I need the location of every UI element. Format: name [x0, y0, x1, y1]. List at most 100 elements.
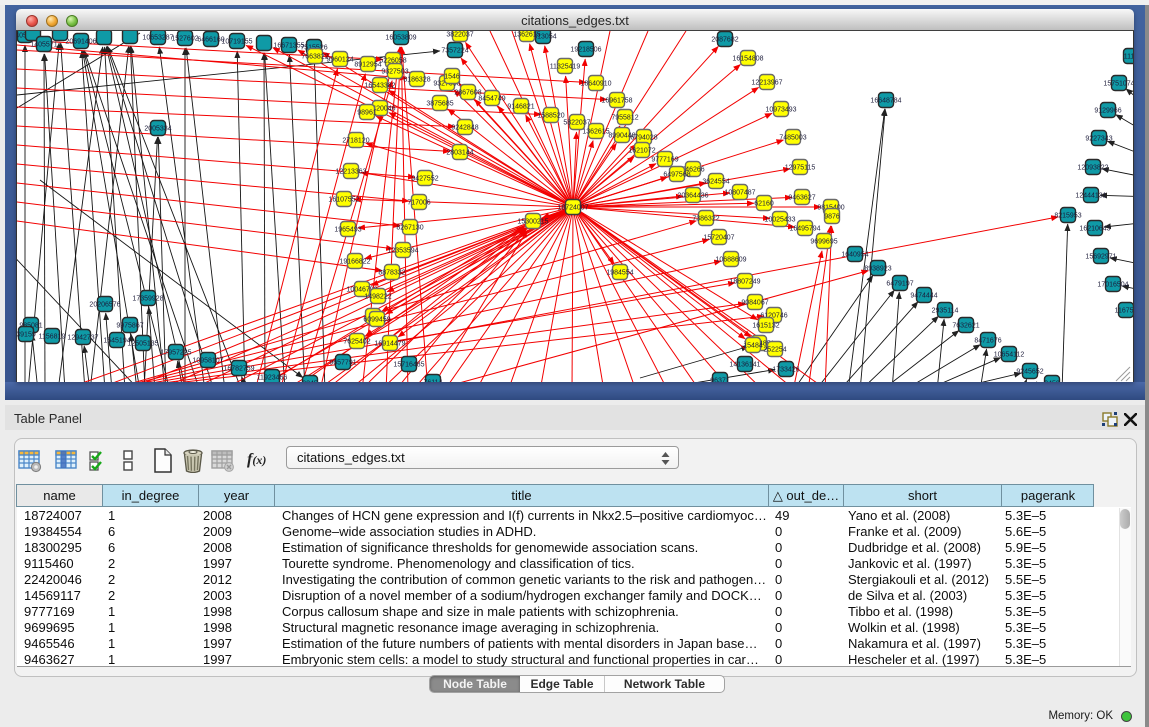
svg-text:16782759: 16782759: [223, 365, 254, 372]
svg-text:1984554: 1984554: [606, 269, 633, 276]
svg-text:3624554: 3624554: [702, 178, 729, 185]
svg-text:20364436: 20364436: [677, 192, 708, 199]
svg-text:6479197: 6479197: [886, 280, 913, 287]
svg-text:7357224: 7357224: [441, 47, 468, 54]
svg-text:9450: 9450: [1044, 380, 1060, 382]
svg-text:1527602: 1527602: [171, 35, 198, 42]
svg-text:2005334: 2005334: [144, 125, 171, 132]
svg-text:717006: 717006: [407, 199, 430, 206]
svg-text:17359928: 17359928: [132, 295, 163, 302]
svg-text:9777169: 9777169: [651, 156, 678, 163]
svg-text:16961758: 16961758: [601, 97, 632, 104]
svg-text:1615132: 1615132: [752, 322, 779, 329]
svg-text:10719155: 10719155: [221, 38, 252, 45]
svg-text:15720407: 15720407: [703, 234, 734, 241]
svg-text:8938923: 8938923: [864, 265, 891, 272]
svg-text:1362615: 1362615: [582, 128, 609, 135]
svg-text:7955812: 7955812: [611, 114, 638, 121]
svg-text:9084067: 9084067: [741, 299, 768, 306]
svg-text:1498222: 1498222: [364, 293, 391, 300]
svg-text:39159: 39159: [17, 331, 36, 338]
svg-text:2803144: 2803144: [446, 149, 473, 156]
svg-text:16543382: 16543382: [364, 82, 395, 89]
svg-text:1621072: 1621072: [628, 147, 655, 154]
svg-text:8454749: 8454749: [478, 95, 505, 102]
svg-text:10973493: 10973493: [765, 106, 796, 113]
svg-text:2718120: 2718120: [342, 137, 369, 144]
svg-text:9129966: 9129966: [1094, 107, 1121, 114]
svg-text:96371: 96371: [710, 377, 730, 382]
svg-text:9657791: 9657791: [329, 359, 356, 366]
svg-text:12213363: 12213363: [335, 168, 366, 175]
svg-text:9960124: 9960124: [326, 56, 353, 63]
svg-text:116753: 116753: [1115, 307, 1133, 314]
svg-text:9463627: 9463627: [788, 194, 815, 201]
svg-text:10653287: 10653287: [142, 34, 173, 41]
svg-text:9327503: 9327503: [381, 68, 408, 75]
svg-text:15692971: 15692971: [1085, 253, 1116, 260]
svg-text:16210643: 16210643: [1079, 225, 1110, 232]
svg-text:9146821: 9146821: [507, 103, 534, 110]
svg-text:252254: 252254: [763, 346, 786, 353]
svg-text:12505135: 12505135: [127, 340, 158, 347]
svg-text:3822037: 3822037: [446, 31, 473, 38]
svg-text:11325419: 11325419: [550, 63, 581, 70]
svg-text:9474444: 9474444: [910, 292, 937, 299]
svg-text:9427552: 9427552: [411, 175, 438, 182]
svg-text:17016504: 17016504: [1097, 281, 1128, 288]
svg-text:1588520: 1588520: [537, 112, 564, 119]
svg-text:19218506: 19218506: [570, 46, 601, 53]
svg-text:15751074: 15751074: [1103, 80, 1133, 87]
svg-text:18724007: 18724007: [557, 204, 588, 211]
svg-text:5822037: 5822037: [563, 119, 590, 126]
svg-text:12353594: 12353594: [387, 247, 418, 254]
svg-text:8878332: 8878332: [378, 269, 405, 276]
svg-text:10807487: 10807487: [724, 189, 755, 196]
svg-text:20206576: 20206576: [89, 301, 120, 308]
svg-text:8471676: 8471676: [974, 337, 1001, 344]
svg-text:16107552: 16107552: [328, 196, 359, 203]
svg-text:6099459: 6099459: [363, 316, 390, 323]
svg-text:10025433: 10025433: [764, 216, 795, 223]
svg-text:9242848: 9242848: [451, 124, 478, 131]
svg-text:12444131: 12444131: [1075, 192, 1106, 199]
svg-text:16053809: 16053809: [385, 34, 416, 41]
svg-text:6794028: 6794028: [630, 134, 657, 141]
svg-text:9975867: 9975867: [116, 322, 143, 329]
svg-text:20691406: 20691406: [65, 38, 96, 45]
svg-text:10654112: 10654112: [994, 351, 1025, 358]
svg-text:1156819: 1156819: [39, 333, 66, 340]
svg-text:6497568: 6497568: [663, 171, 690, 178]
svg-text:8186328: 8186328: [403, 76, 430, 83]
svg-text:17957225: 17957225: [160, 349, 191, 356]
svg-text:7625402: 7625402: [343, 338, 370, 345]
svg-text:8912954: 8912954: [354, 61, 381, 68]
svg-text:62160: 62160: [754, 200, 774, 207]
svg-text:15716485: 15716485: [393, 361, 424, 368]
svg-text:7386322: 7386322: [692, 215, 719, 222]
svg-text:1733426: 1733426: [772, 366, 799, 373]
svg-text:7663822: 7663822: [301, 53, 328, 60]
svg-text:1405571: 1405571: [30, 41, 57, 48]
svg-text:1546: 1546: [444, 73, 460, 80]
svg-text:19166822: 19166822: [339, 258, 370, 265]
svg-text:9227343: 9227343: [1085, 135, 1112, 142]
svg-text:8267130: 8267130: [396, 224, 423, 231]
svg-text:10958107: 10958107: [192, 357, 223, 364]
svg-text:15300215: 15300215: [517, 218, 548, 225]
svg-text:3875685: 3875685: [426, 100, 453, 107]
svg-text:7485003: 7485003: [779, 134, 806, 141]
svg-text:1362615: 1362615: [513, 31, 540, 38]
svg-text:15484: 15484: [743, 342, 763, 349]
svg-text:2935114: 2935114: [932, 307, 959, 314]
svg-text:9699695: 9699695: [810, 238, 837, 245]
svg-text:7632621: 7632621: [952, 322, 979, 329]
svg-text:10688609: 10688609: [715, 256, 746, 263]
svg-text:18807249: 18807249: [729, 278, 760, 285]
svg-text:8215953: 8215953: [1054, 212, 1081, 219]
svg-text:16648784: 16648784: [870, 97, 901, 104]
svg-text:16495794: 16495794: [789, 225, 820, 232]
svg-text:9245652: 9245652: [1016, 368, 1043, 375]
svg-text:2087682: 2087682: [711, 36, 738, 43]
svg-text:76114: 76114: [424, 379, 443, 382]
